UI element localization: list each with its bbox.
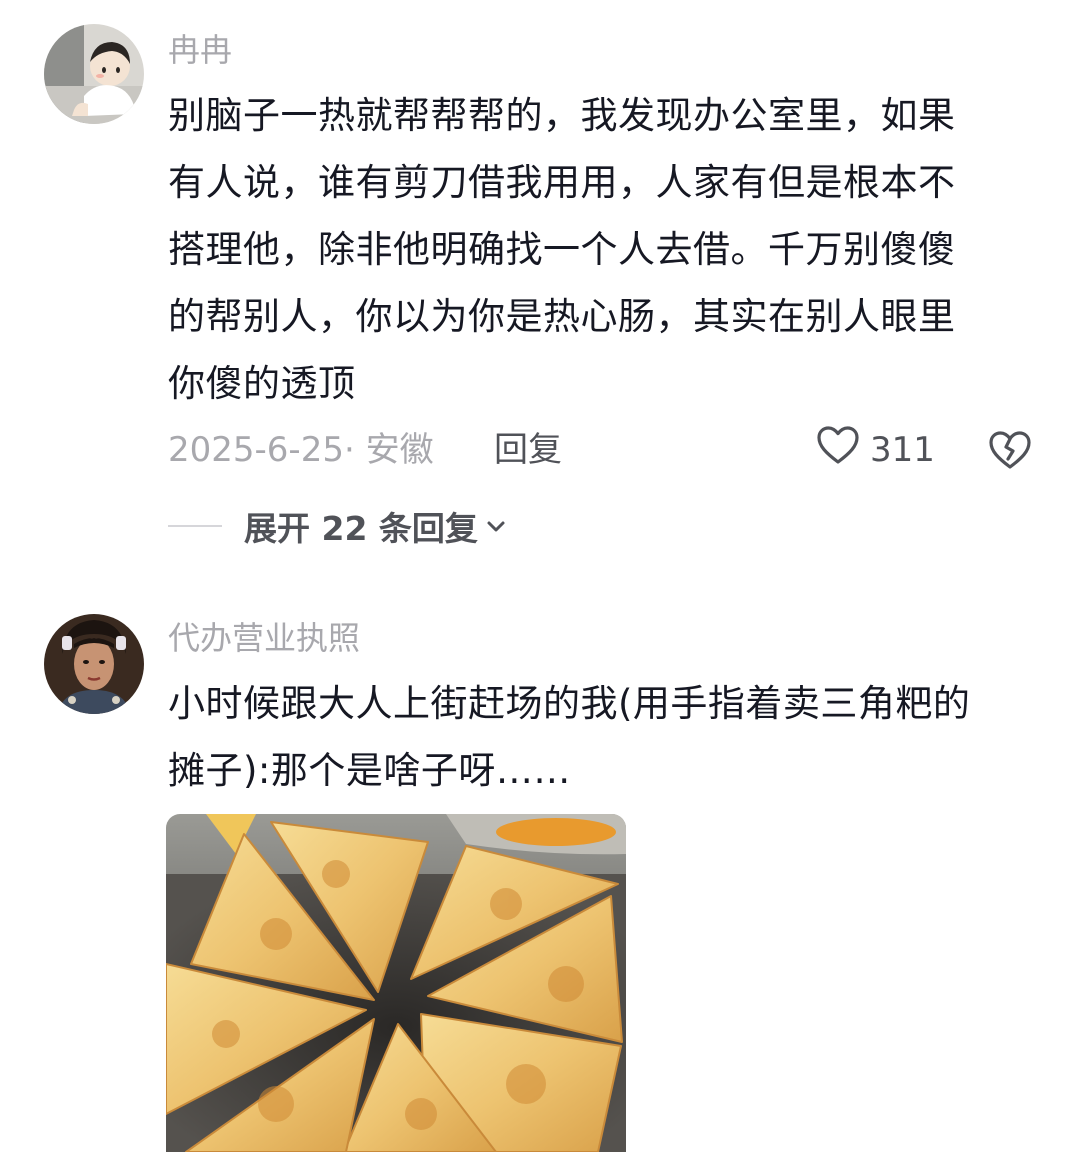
like-count: 311 bbox=[870, 430, 935, 470]
expand-replies-button[interactable]: 展开 22 条回复 bbox=[244, 502, 508, 550]
broken-heart-icon bbox=[988, 431, 1032, 481]
avatar[interactable] bbox=[44, 614, 144, 714]
comment-item: 冉冉 别脑子一热就帮帮帮的，我发现办公室里，如果 有人说，谁有剪刀借我用用，人家… bbox=[0, 0, 1080, 580]
comment-content-line: 有人说，谁有剪刀借我用用，人家有但是根本不 bbox=[168, 161, 956, 204]
reply-button[interactable]: 回复 bbox=[494, 428, 562, 472]
expand-replies: 展开 22 条回复 bbox=[168, 504, 508, 548]
avatar[interactable] bbox=[44, 24, 144, 124]
comment-content: 别脑子一热就帮帮帮的，我发现办公室里，如果 有人说，谁有剪刀借我用用，人家有但是… bbox=[168, 82, 1048, 417]
comment-content: 小时候跟大人上街赶场的我(用手指着卖三角粑的 摊子):那个是啥子呀…… bbox=[168, 670, 1048, 804]
comment-content-line: 摊子):那个是啥子呀…… bbox=[168, 749, 571, 792]
comment-date-location: 2025-6-25· 安徽 bbox=[168, 430, 434, 470]
comment-content-line: 小时候跟大人上街赶场的我(用手指着卖三角粑的 bbox=[168, 682, 971, 725]
comment-content-line: 的帮别人，你以为你是热心肠，其实在别人眼里 bbox=[168, 295, 956, 338]
comment-username[interactable]: 冉冉 bbox=[168, 30, 232, 70]
chevron-down-icon bbox=[484, 507, 508, 546]
like-button[interactable]: 311 bbox=[816, 425, 935, 472]
comment-image[interactable] bbox=[166, 814, 626, 1152]
comment-meta: 2025-6-25· 安徽 回复 311 bbox=[168, 425, 1048, 472]
comment-username[interactable]: 代办营业执照 bbox=[168, 618, 360, 658]
comment-content-line: 别脑子一热就帮帮帮的，我发现办公室里，如果 bbox=[168, 94, 956, 137]
expand-replies-label: 展开 22 条回复 bbox=[244, 509, 478, 548]
comment-content-line: 搭理他，除非他明确找一个人去借。千万别傻傻 bbox=[168, 228, 956, 271]
heart-outline-icon bbox=[816, 425, 860, 476]
fried-rice-cake-photo bbox=[166, 814, 626, 1152]
divider bbox=[168, 525, 222, 527]
dislike-button[interactable] bbox=[988, 428, 1032, 472]
comment-content-line: 你傻的透顶 bbox=[168, 362, 356, 405]
